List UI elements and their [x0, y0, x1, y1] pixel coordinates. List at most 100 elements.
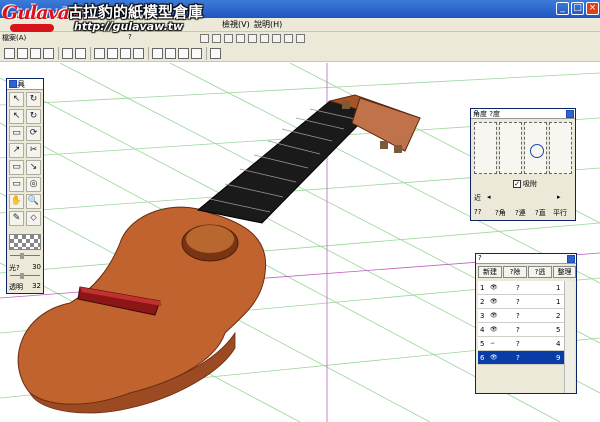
join-tool-icon[interactable]: ↘ — [26, 160, 41, 175]
print-icon[interactable] — [43, 48, 54, 59]
zuper-window: Zuper3.5 - [未命名] _ □ × 檢視(V) 說明(H) 檔案(A)… — [0, 0, 600, 422]
logo-chinese: 古拉豹的紙模型倉庫 — [68, 3, 204, 21]
new-file-icon[interactable] — [4, 48, 15, 59]
list-item[interactable]: 4 👁 ? 5 — [478, 323, 564, 337]
eye-icon[interactable]: 👁 — [490, 312, 498, 319]
hand-tool-icon[interactable]: ✋ — [9, 194, 24, 209]
rotate-tool-icon[interactable]: ↻ — [26, 92, 41, 107]
view-icon[interactable] — [284, 34, 293, 43]
angle-panel-header: 角度 ?度 — [471, 109, 575, 119]
toolbar-main — [0, 45, 600, 62]
logo-url: http://gulavaw.tw — [74, 20, 184, 33]
select-tool-icon[interactable]: ↖ — [9, 92, 24, 107]
close-button[interactable]: × — [586, 2, 599, 15]
view-icon[interactable] — [296, 34, 305, 43]
angle-button-4[interactable]: ?直 — [535, 208, 546, 218]
part-list-scrollbar[interactable] — [564, 281, 574, 393]
tidy-button[interactable]: 整理 — [553, 266, 576, 278]
link-icon[interactable]: ∽ — [490, 340, 495, 347]
eyedropper-tool-icon[interactable]: ✎ — [9, 211, 24, 226]
angle-panel: 角度 ?度 ✓ 吸附 近 ◂ ▸ ?? ?角 ?連 ?直 平行 — [470, 108, 576, 221]
view-icon[interactable] — [248, 34, 257, 43]
snap-label: 吸附 — [523, 180, 537, 188]
list-item[interactable]: 1 👁 ? 1 — [478, 281, 564, 295]
angle-panel-close[interactable] — [566, 110, 574, 118]
copy-icon[interactable] — [120, 48, 131, 59]
view-icon[interactable] — [236, 34, 245, 43]
angle-button-parallel[interactable]: 平行 — [553, 208, 567, 218]
part-list-header: ? — [476, 254, 576, 264]
model-icon[interactable] — [178, 48, 189, 59]
angle-button-2[interactable]: ?角 — [495, 208, 506, 218]
save-icon[interactable] — [30, 48, 41, 59]
transparency-slider[interactable] — [10, 273, 40, 279]
tool-panel: 工具 ↖ ↻ ↖ ↻ ▭ ⟳ ↗ ✂ ▭ ↘ ▭ ◎ ✋ 🔍 ✎ ⬦ 光? 30… — [6, 78, 44, 294]
open-file-icon[interactable] — [17, 48, 28, 59]
spin-tool-icon[interactable]: ⟳ — [26, 126, 41, 141]
near-label: 近 — [474, 194, 481, 202]
redo-icon[interactable] — [107, 48, 118, 59]
list-item[interactable]: 2 👁 ? 1 — [478, 295, 564, 309]
undo-icon[interactable] — [94, 48, 105, 59]
orbit-tool-icon[interactable]: ↻ — [26, 109, 41, 124]
watermark-logo: Gulavaw 古拉豹的紙模型倉庫 http://gulavaw.tw — [0, 0, 203, 46]
angle-grid[interactable] — [474, 122, 574, 174]
angle-panel-title: 角度 ?度 — [473, 110, 500, 118]
fill-tool-icon[interactable]: ⬦ — [26, 211, 41, 226]
snap-checkbox[interactable]: ✓ — [513, 180, 521, 188]
alpha-label: 光? — [9, 264, 20, 272]
transparency-value: 32 — [32, 282, 41, 290]
menu-view[interactable]: 檢視(V) — [222, 19, 250, 30]
alpha-value: 30 — [32, 263, 41, 271]
part-list-buttons: 新建 ?除 ?逃 整理 — [478, 266, 576, 279]
help-icon[interactable] — [210, 48, 221, 59]
undo-icon[interactable] — [75, 48, 86, 59]
cut-tool-icon[interactable]: ✂ — [26, 143, 41, 158]
delete-part-button[interactable]: ?除 — [503, 266, 527, 278]
part-rows: 1 👁 ? 1 2 👁 ? 1 3 👁 ? 2 4 👁 ? 5 5 ∽ ? 4 … — [478, 281, 564, 365]
minimize-button[interactable]: _ — [556, 2, 569, 15]
paste-icon[interactable] — [133, 48, 144, 59]
ukulele-model — [17, 94, 421, 414]
new-part-button[interactable]: 新建 — [478, 266, 502, 278]
view-icon[interactable] — [224, 34, 233, 43]
part-list-title: ? — [478, 254, 482, 262]
cut-icon[interactable] — [62, 48, 73, 59]
cylinder-tool-icon[interactable]: ◎ — [26, 177, 41, 192]
nav-left-icon[interactable]: ◂ — [487, 193, 491, 201]
view-icon[interactable] — [200, 34, 209, 43]
part-list-panel: ? 新建 ?除 ?逃 整理 1 👁 ? 1 2 👁 ? 1 3 👁 ? 2 4 … — [475, 253, 577, 394]
list-item[interactable]: 5 ∽ ? 4 — [478, 337, 564, 351]
tool-grid: ↖ ↻ ↖ ↻ ▭ ⟳ ↗ ✂ ▭ ↘ ▭ ◎ ✋ 🔍 ✎ ⬦ — [7, 90, 43, 230]
view-icon[interactable] — [260, 34, 269, 43]
alpha-slider[interactable] — [10, 253, 40, 259]
angle-button-1[interactable]: ?? — [474, 208, 481, 216]
angle-button-3[interactable]: ?連 — [515, 208, 526, 218]
view-icon[interactable] — [212, 34, 221, 43]
list-item[interactable]: 3 👁 ? 2 — [478, 309, 564, 323]
model-icon[interactable] — [165, 48, 176, 59]
eye-icon[interactable]: 👁 — [490, 298, 498, 305]
part-button-3[interactable]: ?逃 — [528, 266, 552, 278]
model-icon[interactable] — [191, 48, 202, 59]
maximize-button[interactable]: □ — [571, 2, 584, 15]
zoom-tool-icon[interactable]: 🔍 — [26, 194, 41, 209]
view-icon[interactable] — [272, 34, 281, 43]
face-tool-icon[interactable]: ▭ — [9, 126, 24, 141]
box-tool-icon[interactable]: ▭ — [9, 177, 24, 192]
move-tool-icon[interactable]: ↖ — [9, 109, 24, 124]
tool-panel-header: 工具 — [7, 79, 43, 90]
nav-right-icon[interactable]: ▸ — [557, 193, 561, 201]
menu-help[interactable]: 說明(H) — [254, 19, 282, 30]
edge-tool-icon[interactable]: ↗ — [9, 143, 24, 158]
eye-icon[interactable]: 👁 — [490, 326, 498, 333]
tool-panel-close[interactable] — [9, 80, 17, 88]
eye-icon[interactable]: 👁 — [490, 284, 498, 291]
list-item[interactable]: 6 👁 ? 9 — [478, 351, 564, 365]
model-icon[interactable] — [152, 48, 163, 59]
part-list-close[interactable] — [567, 255, 575, 263]
eye-icon[interactable]: 👁 — [490, 354, 498, 361]
angle-indicator-icon — [530, 144, 544, 158]
texture-swatch[interactable] — [9, 234, 41, 250]
panel-tool-icon[interactable]: ▭ — [9, 160, 24, 175]
